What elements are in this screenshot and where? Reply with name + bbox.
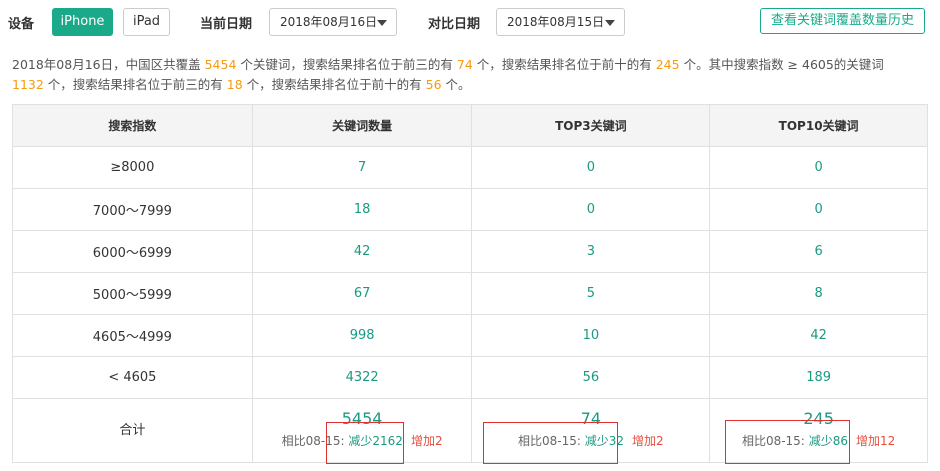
cell-range: 6000～6999: [12, 230, 253, 273]
keyword-coverage-table: 搜索指数 关键词数量 TOP3关键词 TOP10关键词 ≥8000 7 0 0 …: [12, 104, 928, 463]
summary-value: 245: [655, 57, 680, 72]
summary-part: 个，搜索结果排名位于前十的有: [472, 57, 656, 72]
summary-part: 个关键词，搜索结果排名位于前三的有: [236, 57, 457, 72]
header-top3: TOP3关键词: [471, 104, 711, 147]
cell-top3: 3: [471, 230, 711, 273]
summary-part: 个。其中搜索指数 ≥ 4605的关键词: [679, 57, 884, 72]
current-date-label: 当前日期: [200, 17, 253, 32]
summary-value: 1132: [12, 77, 44, 92]
cell-range: 4605～4999: [12, 314, 253, 357]
summary-part: 2018年08月16日，中国区共覆盖: [12, 57, 205, 72]
table-header-row: 搜索指数 关键词数量 TOP3关键词 TOP10关键词: [12, 104, 928, 147]
table-row: 7000～7999 18 0 0: [12, 188, 928, 231]
cell-count: 4322: [251, 356, 473, 399]
cell-range: ≥8000: [12, 146, 253, 189]
cell-top10: 189: [709, 356, 928, 399]
compare-date-value: 2018年08月15日: [507, 15, 605, 29]
summary-value: 74: [456, 57, 473, 72]
cell-count: 998: [251, 314, 473, 357]
table-row: 4605～4999 998 10 42: [12, 314, 928, 357]
table-row: ≥8000 7 0 0: [12, 146, 928, 189]
summary-part: 个，搜索结果排名位于前十的有: [242, 77, 426, 92]
total-label: 合计: [119, 423, 146, 438]
highlight-box: [483, 422, 618, 464]
toolbar: 设备 iPhone iPad 当前日期 2018年08月16日 对比日期 201…: [0, 0, 940, 44]
header-top10: TOP10关键词: [709, 104, 928, 147]
cell-top10: 0: [709, 146, 928, 189]
header-search-index: 搜索指数: [12, 104, 253, 147]
caret-down-icon: [377, 20, 387, 26]
compare-date-select[interactable]: 2018年08月15日: [496, 8, 625, 36]
cell-top10: 8: [709, 272, 928, 315]
cell-top3: 0: [471, 146, 711, 189]
summary-value: 18: [226, 77, 243, 92]
cell-count: 67: [251, 272, 473, 315]
device-ipad-button[interactable]: iPad: [123, 8, 170, 36]
device-label: 设备: [8, 17, 35, 32]
cell-range: < 4605: [12, 356, 253, 399]
cell-top10: 42: [709, 314, 928, 357]
table-row: < 4605 4322 56 189: [12, 356, 928, 399]
cell-range: 5000～5999: [12, 272, 253, 315]
table-row: 6000～6999 42 3 6: [12, 230, 928, 273]
cell-count: 18: [251, 188, 473, 231]
highlight-box: [725, 420, 850, 464]
increase-value: 增加12: [855, 434, 896, 448]
cell-total-label: 合计: [12, 398, 253, 463]
caret-down-icon: [605, 20, 615, 26]
cell-count: 7: [251, 146, 473, 189]
keyword-history-button[interactable]: 查看关键词覆盖数量历史: [760, 8, 925, 34]
cell-count: 42: [251, 230, 473, 273]
increase-value: 增加2: [410, 434, 443, 448]
header-keyword-count: 关键词数量: [251, 104, 473, 147]
summary-value: 5454: [204, 57, 237, 72]
summary-value: 56: [425, 77, 442, 92]
current-date-select[interactable]: 2018年08月16日: [269, 8, 397, 36]
cell-top10: 0: [709, 188, 928, 231]
cell-top3: 5: [471, 272, 711, 315]
cell-top3: 10: [471, 314, 711, 357]
summary-text: 2018年08月16日，中国区共覆盖 5454 个关键词，搜索结果排名位于前三的…: [12, 55, 932, 95]
current-date-value: 2018年08月16日: [280, 15, 378, 29]
cell-top10: 6: [709, 230, 928, 273]
highlight-box: [326, 422, 404, 464]
summary-part: 个。: [441, 77, 471, 92]
compare-date-label: 对比日期: [428, 17, 481, 32]
increase-value: 增加2: [632, 434, 664, 448]
cell-range: 7000～7999: [12, 188, 253, 231]
device-iphone-button[interactable]: iPhone: [52, 8, 113, 36]
table-row: 5000～5999 67 5 8: [12, 272, 928, 315]
summary-part: 个，搜索结果排名位于前三的有: [43, 77, 227, 92]
cell-top3: 56: [471, 356, 711, 399]
cell-top3: 0: [471, 188, 711, 231]
